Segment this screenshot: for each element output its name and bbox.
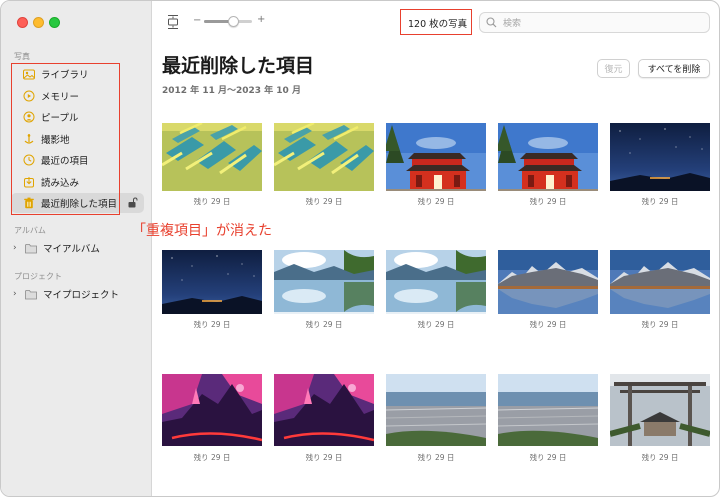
chevron-right-icon[interactable]: › [13, 289, 21, 299]
photo-thumbnail[interactable] [162, 123, 262, 191]
section-header-projects: プロジェクト [14, 272, 62, 281]
close-window-button[interactable] [17, 17, 28, 28]
date-range: 2012 年 11 月〜2023 年 10 月 [162, 86, 301, 96]
photo-days-remaining: 残り 29 日 [417, 197, 455, 206]
photo-days-remaining: 残り 29 日 [305, 197, 343, 206]
folder-icon [25, 243, 37, 254]
project-label: マイプロジェクト [43, 290, 120, 301]
photo-thumbnail[interactable] [498, 374, 598, 446]
photo-days-remaining: 残り 29 日 [529, 320, 567, 329]
unlock-icon[interactable] [128, 197, 138, 208]
photo-days-remaining: 残り 29 日 [641, 453, 679, 462]
photo-thumbnail[interactable] [498, 250, 598, 314]
photo-thumbnail[interactable] [610, 250, 710, 314]
photo-thumbnail[interactable] [498, 123, 598, 191]
delete-all-button[interactable]: すべてを削除 [638, 59, 710, 78]
photo-days-remaining: 残り 29 日 [529, 197, 567, 206]
photo-thumbnail[interactable] [162, 250, 262, 314]
zoom-slider[interactable] [204, 16, 252, 27]
photo-days-remaining: 残り 29 日 [641, 197, 679, 206]
photo-thumbnail[interactable] [610, 123, 710, 191]
folder-icon [25, 289, 37, 300]
photo-days-remaining: 残り 29 日 [193, 197, 231, 206]
search-field[interactable]: 検索 [479, 12, 710, 33]
annotation-text: 「重複項目」が消えた [132, 223, 272, 239]
photo-days-remaining: 残り 29 日 [417, 453, 455, 462]
photo-days-remaining: 残り 29 日 [193, 453, 231, 462]
search-placeholder: 検索 [503, 19, 522, 29]
chevron-right-icon[interactable]: › [13, 243, 21, 253]
sidebar-item-my-albums[interactable]: › マイアルバム [13, 241, 100, 255]
photo-thumbnail[interactable] [386, 123, 486, 191]
photo-days-remaining: 残り 29 日 [417, 320, 455, 329]
photo-thumbnail[interactable] [274, 250, 374, 314]
zoom-in-icon[interactable]: + [257, 14, 265, 25]
section-header-albums: アルバム [14, 226, 46, 235]
photo-days-remaining: 残り 29 日 [529, 453, 567, 462]
photo-thumbnail[interactable] [386, 250, 486, 314]
highlight-box-count [400, 9, 472, 35]
zoom-out-icon[interactable]: − [193, 15, 201, 26]
photo-thumbnail[interactable] [162, 374, 262, 446]
restore-button[interactable]: 復元 [597, 59, 630, 78]
photos-window: 写真 ライブラリ メモリー ピープル 撮影地 最近の項目 読み込み 最近削除した… [0, 0, 720, 497]
photo-thumbnail[interactable] [274, 123, 374, 191]
highlight-box-sidebar [11, 63, 120, 215]
photo-days-remaining: 残り 29 日 [641, 320, 679, 329]
photo-days-remaining: 残り 29 日 [305, 453, 343, 462]
photo-thumbnail[interactable] [610, 374, 710, 446]
photo-thumbnail[interactable] [386, 374, 486, 446]
zoom-slider-knob[interactable] [228, 16, 239, 27]
aspect-toggle-icon[interactable] [166, 14, 180, 34]
zoom-window-button[interactable] [49, 17, 60, 28]
sidebar-item-my-projects[interactable]: › マイプロジェクト [13, 287, 119, 301]
section-header-photos: 写真 [14, 52, 30, 61]
search-icon [486, 17, 497, 28]
page-title: 最近削除した項目 [162, 55, 315, 77]
photo-days-remaining: 残り 29 日 [305, 320, 343, 329]
photo-days-remaining: 残り 29 日 [193, 320, 231, 329]
album-label: マイアルバム [43, 244, 100, 255]
fit-toggle[interactable] [166, 14, 180, 34]
photo-thumbnail[interactable] [274, 374, 374, 446]
minimize-window-button[interactable] [33, 17, 44, 28]
